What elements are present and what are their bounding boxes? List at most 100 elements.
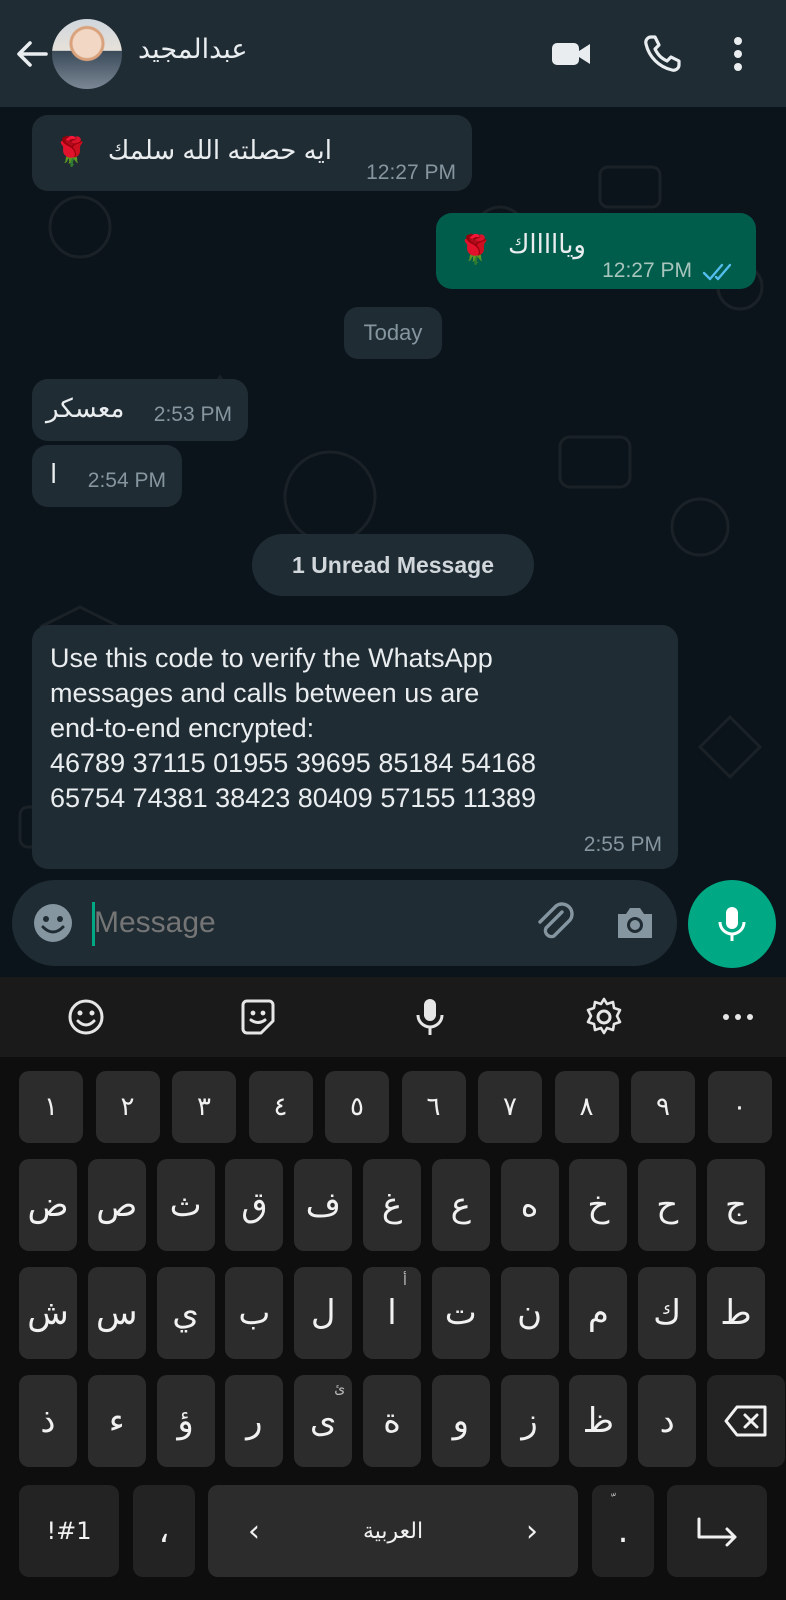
key-letter[interactable]: ه: [500, 1159, 559, 1251]
cursor-left-arrow[interactable]: ‹: [248, 1514, 260, 1549]
key-letter[interactable]: ي: [156, 1267, 215, 1359]
key-number[interactable]: ٧: [478, 1071, 542, 1143]
key-letter[interactable]: ص: [87, 1159, 146, 1251]
key-letter[interactable]: م: [569, 1267, 628, 1359]
voice-input-icon[interactable]: [406, 993, 454, 1041]
key-number[interactable]: ٤: [248, 1071, 313, 1143]
key-label: ٣: [197, 1092, 211, 1122]
message-time: 2:55 PM: [583, 833, 662, 856]
key-label: ٩: [656, 1092, 670, 1122]
symbols-key[interactable]: !#1: [19, 1485, 119, 1577]
key-label: و: [452, 1401, 469, 1441]
enter-key[interactable]: [667, 1485, 767, 1577]
key-letter[interactable]: ئى: [294, 1375, 353, 1467]
key-letter[interactable]: ن: [500, 1267, 559, 1359]
emoji-icon[interactable]: [30, 900, 76, 946]
key-letter[interactable]: ز: [500, 1375, 559, 1467]
settings-icon[interactable]: [580, 993, 628, 1041]
key-letter[interactable]: ة: [363, 1375, 421, 1467]
video-camera-icon[interactable]: [548, 30, 596, 78]
key-label: س: [96, 1293, 138, 1333]
key-letter[interactable]: س: [87, 1267, 146, 1359]
key-label: ؤ: [177, 1401, 194, 1441]
sticker-icon[interactable]: [234, 993, 282, 1041]
message-incoming[interactable]: ا 2:54 PM: [32, 445, 182, 507]
key-letter[interactable]: ط: [707, 1267, 765, 1359]
space-label: العربية: [362, 1518, 424, 1544]
more-horiz-icon[interactable]: [714, 993, 762, 1041]
key-number[interactable]: ٢: [95, 1071, 160, 1143]
key-label: ح: [656, 1185, 679, 1225]
key-letter[interactable]: ج: [707, 1159, 765, 1251]
key-letter[interactable]: د: [638, 1375, 697, 1467]
key-letter[interactable]: ق: [225, 1159, 284, 1251]
key-label: ٧: [503, 1092, 517, 1122]
key-letter[interactable]: ت: [431, 1267, 490, 1359]
key-number[interactable]: ٣: [172, 1071, 236, 1143]
chat-header: عبدالمجيد: [0, 0, 786, 107]
key-label: ب: [238, 1293, 271, 1333]
key-label: ط: [720, 1293, 752, 1333]
key-letter[interactable]: ل: [294, 1267, 353, 1359]
key-number[interactable]: ٩: [631, 1071, 695, 1143]
enter-icon: [697, 1517, 737, 1547]
key-number[interactable]: ٠: [707, 1071, 772, 1143]
key-letter[interactable]: و: [431, 1375, 490, 1467]
message-outgoing[interactable]: 🌹 وياااااك 12:27 PM: [436, 213, 756, 289]
message-input[interactable]: [94, 906, 494, 940]
key-number[interactable]: ٦: [401, 1071, 466, 1143]
camera-icon[interactable]: [610, 898, 660, 948]
key-letter[interactable]: ظ: [569, 1375, 628, 1467]
message-list[interactable]: 🌹 ايه حصلته الله سلمك 12:27 PM 🌹 ويااااا…: [0, 107, 786, 977]
key-hint: ئ: [334, 1381, 346, 1397]
backspace-key[interactable]: [707, 1375, 785, 1467]
key-letter[interactable]: خ: [569, 1159, 628, 1251]
key-label: ى: [309, 1401, 337, 1441]
message-incoming[interactable]: معسكر 2:53 PM: [32, 379, 248, 441]
more-vert-icon[interactable]: [714, 30, 762, 78]
cursor-right-arrow[interactable]: ›: [526, 1514, 538, 1549]
key-letter[interactable]: ض: [19, 1159, 77, 1251]
key-letter[interactable]: غ: [363, 1159, 421, 1251]
key-letter[interactable]: ذ: [19, 1375, 77, 1467]
key-label: د: [659, 1401, 675, 1441]
key-letter[interactable]: ب: [225, 1267, 284, 1359]
key-letter[interactable]: ر: [225, 1375, 284, 1467]
avatar[interactable]: [52, 19, 122, 89]
key-number[interactable]: ٨: [554, 1071, 619, 1143]
key-letter[interactable]: ع: [431, 1159, 490, 1251]
key-letter[interactable]: ء: [87, 1375, 146, 1467]
message-incoming-security-code[interactable]: Use this code to verify the WhatsApp mes…: [32, 625, 678, 869]
key-letter[interactable]: ح: [638, 1159, 697, 1251]
phone-icon[interactable]: [638, 30, 686, 78]
message-text: ايه حصلته الله سلمك: [107, 135, 332, 165]
on-screen-keyboard: !#1 ، ‹ العربية › ّ . ١ ٢ ٣ ٤ ٥ ٦ ٧ ٨ ٩ ٠ ضصثقفغ ع ه…: [0, 977, 786, 1600]
key-letter[interactable]: ؤ: [156, 1375, 215, 1467]
key-label: ل: [310, 1293, 336, 1333]
period-key[interactable]: ّ .: [592, 1485, 654, 1577]
key-letter[interactable]: ش: [19, 1267, 77, 1359]
space-bar[interactable]: ‹ العربية ›: [208, 1485, 578, 1577]
key-number[interactable]: ١: [19, 1071, 83, 1143]
comma-key[interactable]: ،: [133, 1485, 195, 1577]
key-letter[interactable]: ك: [638, 1267, 697, 1359]
voice-message-button[interactable]: [688, 880, 776, 968]
key-label: ز: [521, 1401, 538, 1441]
key-letter[interactable]: أا: [363, 1267, 421, 1359]
key-label: ي: [172, 1293, 199, 1333]
key-letter[interactable]: ف: [294, 1159, 353, 1251]
message-text: ا: [50, 459, 58, 489]
paperclip-icon[interactable]: [530, 898, 580, 948]
double-check-icon: [702, 263, 732, 281]
backspace-icon: [724, 1405, 767, 1437]
whatsapp-chat-screen: عبدالمجيد 🌹 ايه حصلته الله سلمك 12:27 PM…: [0, 0, 786, 1600]
key-letter[interactable]: ث: [156, 1159, 215, 1251]
key-label: ٢: [120, 1092, 135, 1122]
message-text: وياااااك: [507, 229, 586, 259]
arrow-left-icon[interactable]: [12, 34, 52, 74]
message-incoming[interactable]: 🌹 ايه حصلته الله سلمك 12:27 PM: [32, 115, 472, 191]
contact-name[interactable]: عبدالمجيد: [138, 34, 248, 65]
message-composer[interactable]: [12, 880, 677, 966]
key-number[interactable]: ٥: [325, 1071, 389, 1143]
emoji-icon[interactable]: [62, 993, 110, 1041]
